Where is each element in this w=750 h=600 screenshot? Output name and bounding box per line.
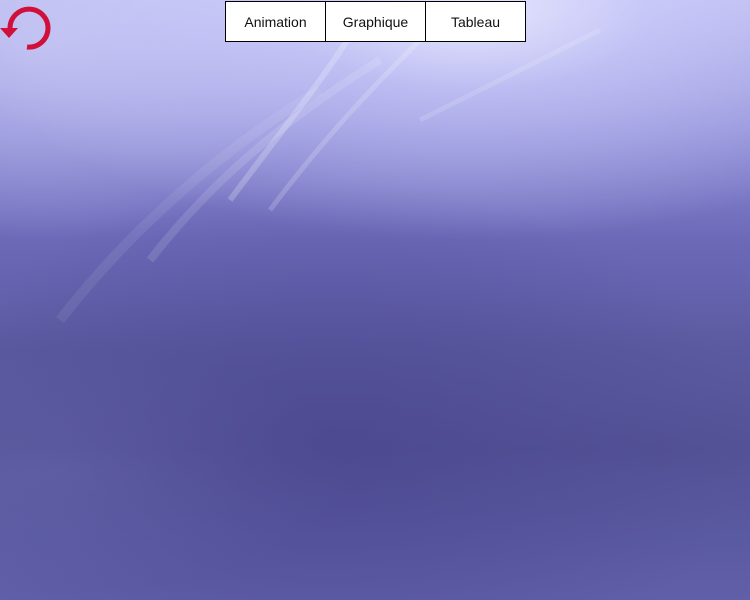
tab-animation[interactable]: Animation (225, 1, 326, 42)
reset-button[interactable] (0, 2, 54, 54)
tab-graphique[interactable]: Graphique (325, 1, 426, 42)
counterclockwise-refresh-icon (0, 6, 51, 50)
tab-graphique-label: Graphique (342, 14, 409, 30)
tab-bar: Animation Graphique Tableau (225, 1, 526, 42)
tab-animation-label: Animation (244, 14, 307, 30)
background-light-streaks (56, 18, 602, 324)
tab-tableau[interactable]: Tableau (425, 1, 526, 42)
tab-tableau-label: Tableau (450, 14, 501, 30)
